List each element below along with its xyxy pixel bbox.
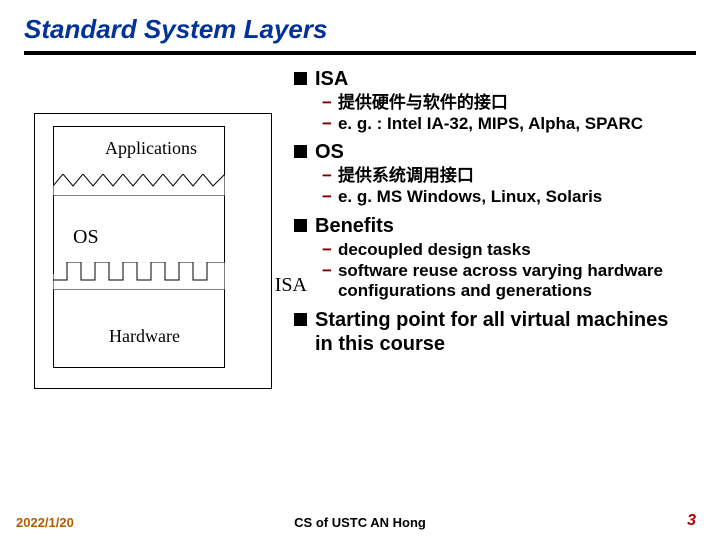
os-hw-teeth bbox=[53, 262, 225, 290]
dash-icon: − bbox=[322, 261, 332, 282]
main-area: Applications OS Hardware ISA ISA − 提供硬件与… bbox=[24, 65, 696, 389]
heading-text: Benefits bbox=[315, 214, 394, 238]
bullet-heading: Benefits bbox=[294, 214, 690, 238]
label-hardware: Hardware bbox=[109, 326, 180, 347]
dash-icon: − bbox=[322, 166, 332, 187]
sub-bullet: − 提供硬件与软件的接口 bbox=[322, 93, 690, 114]
heading-text: ISA bbox=[315, 67, 348, 91]
bullet-benefits: Benefits − decoupled design tasks − soft… bbox=[294, 214, 690, 302]
title-rule bbox=[24, 51, 696, 55]
bullet-heading: ISA bbox=[294, 67, 690, 91]
bullet-heading: Starting point for all virtual machines … bbox=[294, 308, 690, 356]
layer-diagram: Applications OS Hardware ISA bbox=[34, 113, 272, 389]
sub-bullet: − decoupled design tasks bbox=[322, 240, 690, 261]
sub-bullet: − e. g. MS Windows, Linux, Solaris bbox=[322, 187, 690, 208]
bullet-isa: ISA − 提供硬件与软件的接口 − e. g. : Intel IA-32, … bbox=[294, 67, 690, 134]
square-bullet-icon bbox=[294, 72, 307, 85]
footer-page-number: 3 bbox=[687, 512, 696, 530]
sub-text: 提供系统调用接口 bbox=[338, 166, 474, 187]
sub-text: e. g. : Intel IA-32, MIPS, Alpha, SPARC bbox=[338, 114, 643, 135]
heading-text: Starting point for all virtual machines … bbox=[315, 308, 690, 356]
sub-text: decoupled design tasks bbox=[338, 240, 531, 261]
content-column: ISA − 提供硬件与软件的接口 − e. g. : Intel IA-32, … bbox=[294, 65, 696, 362]
label-os: OS bbox=[73, 226, 99, 249]
square-bullet-icon bbox=[294, 313, 307, 326]
bullet-start: Starting point for all virtual machines … bbox=[294, 308, 690, 356]
slide-title: Standard System Layers bbox=[24, 14, 696, 45]
bullet-heading: OS bbox=[294, 140, 690, 164]
dash-icon: − bbox=[322, 187, 332, 208]
dash-icon: − bbox=[322, 93, 332, 114]
dash-icon: − bbox=[322, 240, 332, 261]
sub-bullet: − 提供系统调用接口 bbox=[322, 166, 690, 187]
dash-icon: − bbox=[322, 114, 332, 135]
square-bullet-icon bbox=[294, 145, 307, 158]
sub-text: e. g. MS Windows, Linux, Solaris bbox=[338, 187, 602, 208]
label-isa: ISA bbox=[275, 274, 307, 297]
sub-bullet: − e. g. : Intel IA-32, MIPS, Alpha, SPAR… bbox=[322, 114, 690, 135]
bullet-os: OS − 提供系统调用接口 − e. g. MS Windows, Linux,… bbox=[294, 140, 690, 207]
footer-date: 2022/1/20 bbox=[16, 515, 74, 530]
label-applications: Applications bbox=[105, 138, 197, 159]
footer: 2022/1/20 CS of USTC AN Hong 3 bbox=[0, 512, 720, 530]
slide: Standard System Layers Applications OS H… bbox=[0, 0, 720, 389]
apps-os-teeth bbox=[53, 174, 225, 196]
sub-text: 提供硬件与软件的接口 bbox=[338, 93, 508, 114]
square-bullet-icon bbox=[294, 219, 307, 232]
diagram-column: Applications OS Hardware ISA bbox=[24, 65, 294, 389]
heading-text: OS bbox=[315, 140, 344, 164]
footer-center: CS of USTC AN Hong bbox=[294, 515, 426, 530]
sub-text: software reuse across varying hardware c… bbox=[338, 261, 690, 302]
sub-bullet: − software reuse across varying hardware… bbox=[322, 261, 690, 302]
